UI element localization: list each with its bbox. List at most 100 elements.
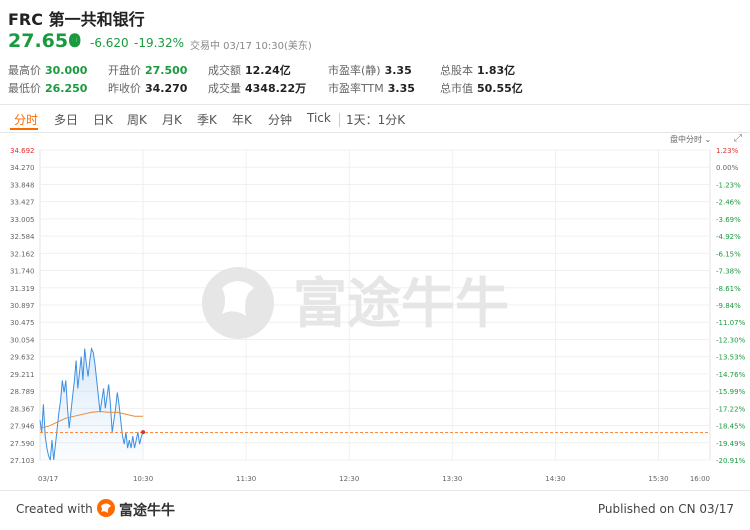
- stat-label: 市盈率TTM: [328, 82, 384, 95]
- stat-value: 3.35: [384, 64, 412, 77]
- y-tick-label: 31.740: [10, 268, 35, 276]
- y-tick-label: 30.054: [10, 336, 35, 344]
- y-tick-label: 29.211: [10, 371, 35, 379]
- y-tick-label: 33.848: [10, 181, 35, 189]
- stock-title: FRC 第一共和银行: [8, 10, 145, 29]
- tab-multi-day[interactable]: 多日: [54, 111, 78, 128]
- pct-tick-label: -2.46%: [716, 199, 741, 207]
- stat-prev-close: 昨收价 34.270: [108, 80, 187, 96]
- pct-tick-label: -3.69%: [716, 216, 741, 224]
- created-with-text: Created with: [16, 502, 93, 516]
- divider: [339, 113, 340, 127]
- pct-tick-label: -15.99%: [716, 388, 746, 396]
- stat-value: 3.35: [387, 82, 415, 95]
- pct-tick-label: -6.15%: [716, 250, 741, 258]
- pct-tick-label: -17.22%: [716, 405, 746, 413]
- watermark: 富途牛牛: [202, 267, 509, 339]
- stat-value: 26.250: [45, 82, 88, 95]
- tab-yearly-k[interactable]: 年K: [232, 111, 252, 128]
- watermark-text: 富途牛牛: [293, 272, 509, 335]
- stat-label: 最高价: [8, 64, 41, 77]
- y-tick-label: 33.427: [10, 199, 35, 207]
- active-tab-indicator: [10, 128, 38, 130]
- y-tick-label: 28.367: [10, 405, 35, 413]
- stat-value: 4348.22万: [245, 82, 307, 95]
- tab-kline-interval[interactable]: 1天：1分K: [346, 111, 405, 128]
- stat-high: 最高价 30.000: [8, 62, 87, 78]
- stat-pe-ttm: 市盈率TTM 3.35: [328, 80, 415, 96]
- divider: [0, 132, 750, 133]
- stat-label: 总股本: [440, 64, 473, 77]
- stat-low: 最低价 26.250: [8, 80, 87, 96]
- x-tick-label: 14:30: [545, 475, 565, 483]
- tab-weekly-k[interactable]: 周K: [127, 111, 147, 128]
- y-tick-label: 34.692: [10, 147, 35, 155]
- pct-tick-label: 1.23%: [716, 147, 739, 155]
- stat-pe-static: 市盈率(静) 3.35: [328, 62, 412, 78]
- tab-intraday[interactable]: 分时: [14, 111, 38, 128]
- divider: [0, 104, 750, 105]
- stat-label: 成交量: [208, 82, 241, 95]
- stat-turnover: 成交额 12.24亿: [208, 62, 291, 78]
- pct-tick-label: -18.45%: [716, 423, 746, 431]
- x-tick-label: 10:30: [133, 475, 153, 483]
- pct-tick-label: -12.30%: [716, 336, 746, 344]
- stat-volume: 成交量 4348.22万: [208, 80, 306, 96]
- expand-icon[interactable]: ⤢: [734, 133, 742, 144]
- stat-total-shares: 总股本 1.83亿: [440, 62, 515, 78]
- stat-value: 27.500: [145, 64, 188, 77]
- x-tick-label: 12:30: [339, 475, 359, 483]
- pct-tick-label: -19.49%: [716, 440, 746, 448]
- y-tick-label: 29.632: [10, 354, 35, 362]
- stat-market-cap: 总市值 50.55亿: [440, 80, 523, 96]
- y-tick-label: 27.946: [10, 423, 35, 431]
- y-tick-label: 30.475: [10, 319, 35, 327]
- stat-label: 成交额: [208, 64, 241, 77]
- y-tick-label: 32.162: [10, 250, 35, 258]
- chevron-down-icon: ⌄: [702, 135, 712, 144]
- tab-tick[interactable]: Tick: [307, 111, 331, 125]
- y-tick-label: 34.270: [10, 164, 35, 172]
- stat-value: 30.000: [45, 64, 88, 77]
- y-tick-label: 33.005: [10, 216, 35, 224]
- stat-label: 昨收价: [108, 82, 141, 95]
- chart-mode-label: 盘中分时: [670, 135, 702, 144]
- stat-label: 市盈率(静): [328, 64, 381, 77]
- stat-label: 最低价: [8, 82, 41, 95]
- y-tick-label: 30.897: [10, 302, 35, 310]
- x-tick-label: 16:00: [690, 475, 710, 483]
- stat-value: 1.83亿: [477, 64, 516, 77]
- chart-period-tabs: 分时 多日 日K 周K 月K 季K 年K 分钟 Tick 1天：1分K: [0, 106, 750, 132]
- divider: [0, 490, 750, 491]
- pct-tick-label: -7.38%: [716, 268, 741, 276]
- y-tick-label: 27.103: [10, 457, 35, 465]
- footer-brand: 富途牛牛: [119, 503, 175, 519]
- tab-quarterly-k[interactable]: 季K: [197, 111, 217, 128]
- y-tick-label: 32.584: [10, 233, 35, 241]
- intraday-chart: 富途牛牛 34.692 1.23% 34.270 0.00% 33.848 -1.23% 3…: [10, 147, 746, 483]
- x-tick-label: 15:30: [648, 475, 668, 483]
- y-tick-label: 28.789: [10, 388, 35, 396]
- stat-value: 50.55亿: [477, 82, 523, 95]
- published-date: Published on CN 03/17: [597, 502, 734, 516]
- stat-label: 开盘价: [108, 64, 141, 77]
- tab-minute[interactable]: 分钟: [268, 111, 292, 128]
- pct-tick-label: -14.76%: [716, 371, 746, 379]
- chart-mode-dropdown[interactable]: 盘中分时 ⌄: [670, 134, 711, 145]
- pct-tick-label: -1.23%: [716, 181, 741, 189]
- stock-header: FRC 第一共和银行 27.650 ⬇ -6.620 -19.32% 交易中 0…: [0, 0, 750, 104]
- tab-daily-k[interactable]: 日K: [93, 111, 113, 128]
- futu-logo-icon: [97, 499, 115, 517]
- stat-value: 12.24亿: [245, 64, 291, 77]
- y-tick-label: 31.319: [10, 285, 35, 293]
- stat-open: 开盘价 27.500: [108, 62, 187, 78]
- futu-logo-icon: [202, 267, 274, 339]
- down-arrow-icon: ⬇: [68, 31, 82, 50]
- pct-tick-label: -4.92%: [716, 233, 741, 241]
- pct-tick-label: -20.91%: [716, 457, 746, 465]
- tab-monthly-k[interactable]: 月K: [162, 111, 182, 128]
- pct-tick-label: -13.53%: [716, 354, 746, 362]
- stat-label: 总市值: [440, 82, 473, 95]
- price-change-pct: -19.32%: [134, 36, 185, 50]
- pct-tick-label: -11.07%: [716, 319, 746, 327]
